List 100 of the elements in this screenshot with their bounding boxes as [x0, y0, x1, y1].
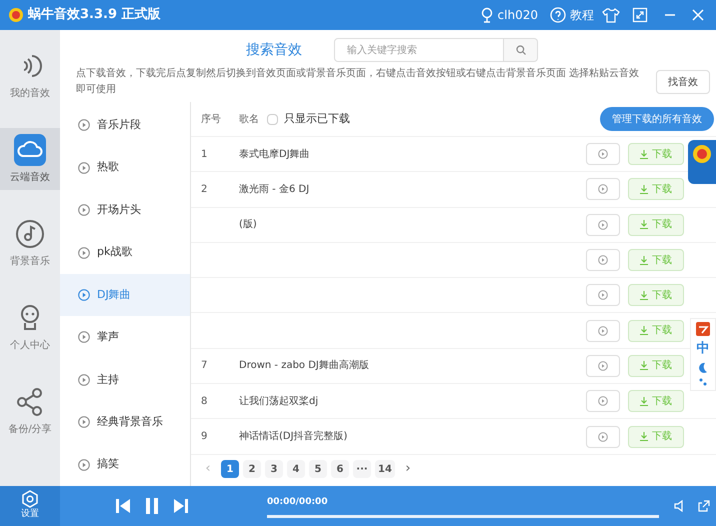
nav-item[interactable]: 背景音乐 — [0, 212, 60, 274]
floating-widget[interactable] — [688, 140, 716, 184]
play-button[interactable] — [586, 390, 620, 412]
download-button[interactable]: 下载 — [628, 178, 684, 200]
page-button[interactable]: 6 — [331, 460, 349, 478]
shirt-icon — [602, 7, 620, 23]
download-button[interactable]: 下载 — [628, 390, 684, 412]
music-disc-icon — [14, 218, 46, 250]
download-icon — [640, 150, 648, 159]
category-item[interactable]: 音乐片段 — [60, 104, 190, 146]
download-icon — [640, 256, 648, 265]
download-icon — [640, 290, 648, 300]
category-item[interactable]: 开场片头 — [60, 188, 190, 232]
skip-back-icon — [115, 498, 131, 514]
nav-item[interactable]: 我的音效 — [0, 44, 60, 106]
export-button[interactable] — [698, 500, 710, 512]
download-button[interactable]: 下载 — [628, 249, 684, 272]
play-icon — [598, 255, 608, 266]
play-button[interactable] — [586, 178, 620, 200]
download-icon — [640, 432, 648, 442]
download-button[interactable]: 下载 — [628, 284, 684, 306]
close-icon — [692, 9, 704, 21]
category-item[interactable]: pk战歌 — [60, 231, 190, 274]
play-icon — [78, 204, 90, 216]
play-icon — [78, 162, 90, 174]
ime-logo-icon — [696, 322, 710, 336]
user-icon — [480, 7, 494, 23]
play-icon — [78, 374, 90, 386]
table-cell-text: 1 — [201, 148, 208, 162]
settings-button[interactable]: 设置 — [0, 486, 60, 526]
checkbox-label: 只显示已下载 — [284, 110, 350, 127]
play-icon — [598, 396, 608, 406]
page-button[interactable]: 4 — [287, 460, 305, 478]
page-button[interactable]: 2 — [243, 460, 261, 478]
window-title: 蜗牛音效3.3.9 正式版 — [28, 6, 161, 24]
play-button[interactable] — [586, 249, 620, 272]
category-item[interactable]: 主持 — [60, 358, 190, 402]
column-header: 歌名 — [239, 112, 259, 126]
play-button[interactable] — [586, 284, 620, 306]
category-item[interactable]: 经典背景音乐 — [60, 401, 190, 444]
next-page-button[interactable]: › — [398, 459, 417, 479]
cloud-icon — [14, 134, 46, 166]
play-icon — [78, 416, 90, 428]
table-cell-text: Drown - zabo DJ舞曲高潮版 — [239, 358, 369, 374]
play-icon — [598, 326, 608, 336]
search-title: 搜索音效 — [246, 40, 302, 60]
search-button[interactable] — [504, 38, 538, 62]
skip-forward-icon — [173, 498, 189, 514]
username[interactable]: clh020 — [498, 6, 538, 24]
play-icon — [598, 290, 608, 300]
pause-icon — [145, 497, 159, 515]
download-icon — [640, 220, 648, 230]
category-item[interactable]: 掌声 — [60, 316, 190, 359]
manage-downloads-button[interactable]: 管理下载的所有音效 — [600, 107, 714, 131]
page-button[interactable]: ··· — [353, 460, 371, 478]
download-button[interactable]: 下载 — [628, 426, 684, 448]
find-effects-button[interactable]: 找音效 — [656, 70, 710, 94]
pause-button[interactable] — [145, 497, 159, 515]
play-button[interactable] — [586, 426, 620, 448]
download-icon — [640, 361, 648, 370]
play-button[interactable] — [586, 354, 620, 377]
download-button[interactable]: 下载 — [628, 143, 684, 166]
play-button[interactable] — [586, 214, 620, 236]
next-track-button[interactable] — [173, 498, 189, 514]
download-icon — [640, 396, 648, 406]
play-icon — [598, 360, 608, 371]
help-link[interactable]: 教程 — [570, 6, 594, 24]
play-icon — [598, 149, 608, 160]
download-icon — [640, 326, 648, 336]
page-button[interactable]: 5 — [309, 460, 327, 478]
download-icon — [640, 184, 648, 194]
category-item[interactable]: 搞笑 — [60, 444, 190, 486]
input-method-bar[interactable]: 中 — [690, 318, 716, 390]
progress-track[interactable] — [267, 514, 659, 518]
download-button[interactable]: 下载 — [628, 320, 684, 342]
nav-item[interactable]: 个人中心 — [0, 296, 60, 358]
search-icon — [516, 45, 526, 55]
nav-item[interactable]: 备份/分享 — [0, 380, 60, 442]
play-icon — [598, 432, 608, 442]
table-cell-text: 神话情话(DJ抖音完整版) — [239, 430, 348, 444]
search-field[interactable]: 输入关键字搜索 — [334, 38, 504, 62]
table-cell-text: 2 — [201, 182, 208, 197]
page-button[interactable]: 3 — [265, 460, 283, 478]
play-button[interactable] — [586, 143, 620, 166]
logo-icon — [8, 7, 24, 23]
download-button[interactable]: 下载 — [628, 214, 684, 236]
category-item[interactable]: 热歌 — [60, 146, 190, 189]
nav-item[interactable]: 云端音效 — [0, 128, 60, 190]
page-button[interactable]: 14 — [375, 460, 395, 478]
help-icon — [550, 7, 566, 23]
download-button[interactable]: 下载 — [628, 354, 684, 377]
checkbox[interactable] — [267, 114, 278, 124]
resize-icon — [632, 7, 648, 23]
table-cell-text: 7 — [201, 359, 208, 374]
play-button[interactable] — [586, 320, 620, 342]
play-icon — [78, 288, 90, 301]
category-item[interactable]: DJ舞曲 — [60, 274, 190, 316]
page-button[interactable]: 1 — [221, 460, 239, 478]
play-icon — [78, 331, 90, 344]
previous-track-button[interactable] — [115, 498, 131, 514]
